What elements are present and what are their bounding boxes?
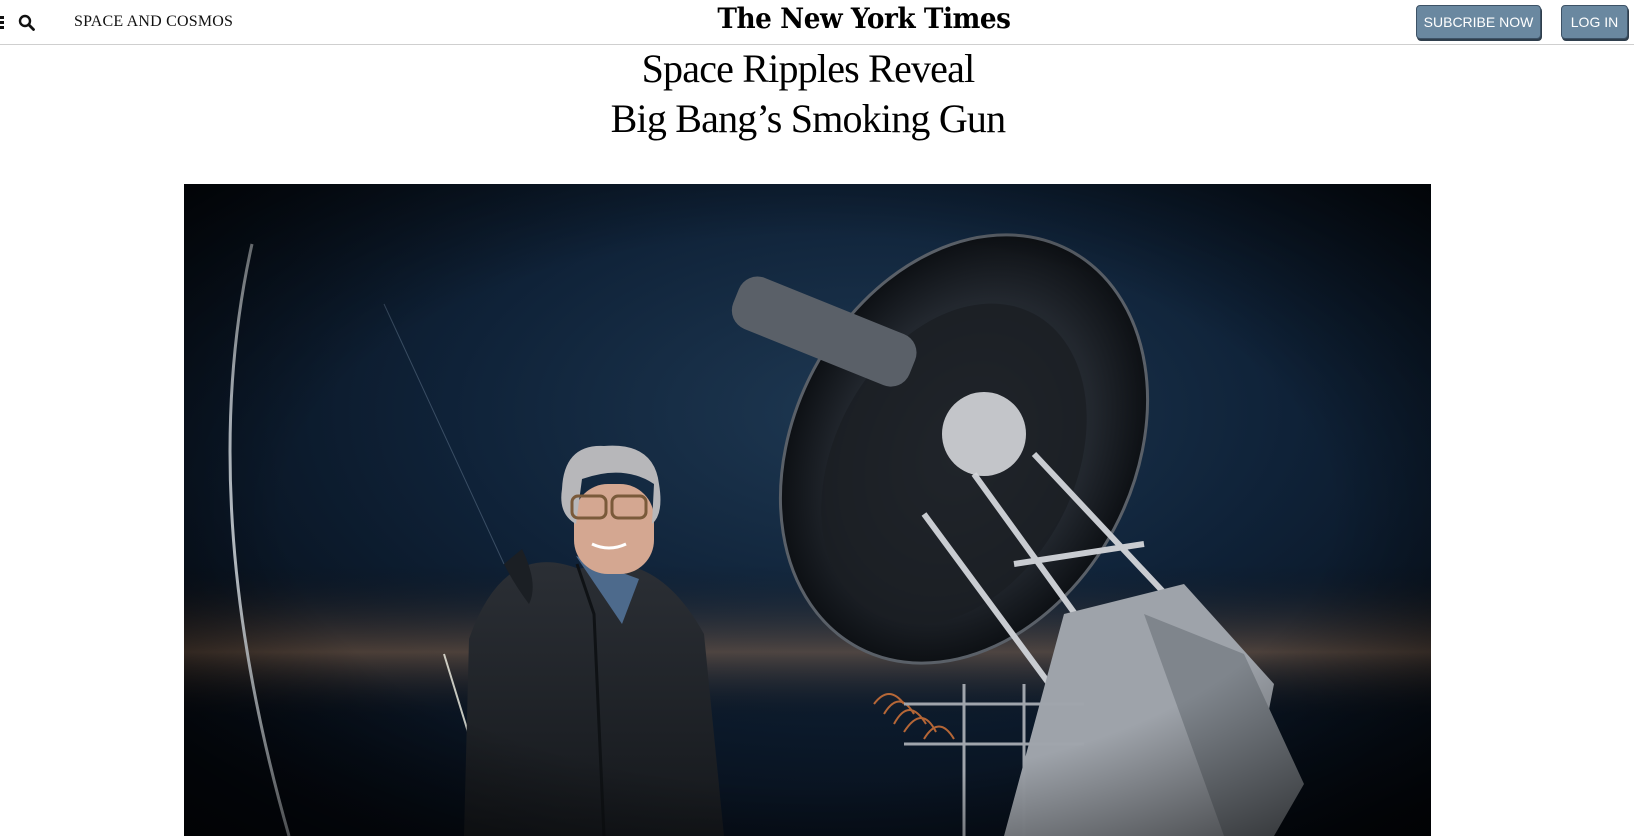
article-headline: Space Ripples Reveal Big Bang’s Smoking … (0, 44, 1616, 144)
login-button[interactable]: LOG IN (1561, 5, 1628, 39)
hamburger-icon[interactable] (0, 16, 4, 29)
search-icon[interactable] (18, 14, 36, 32)
subscribe-button[interactable]: SUBCRIBE NOW (1416, 5, 1541, 39)
section-name-link[interactable]: SPACE AND COSMOS (74, 13, 233, 31)
top-navigation-bar: SPACE AND COSMOS The New York Times SUBC… (0, 0, 1634, 45)
headline-line-1: Space Ripples Reveal (641, 46, 976, 91)
headline-line-2: Big Bang’s Smoking Gun (610, 96, 1006, 141)
nyt-logo[interactable]: The New York Times (717, 2, 1011, 35)
hero-photo (184, 184, 1431, 836)
